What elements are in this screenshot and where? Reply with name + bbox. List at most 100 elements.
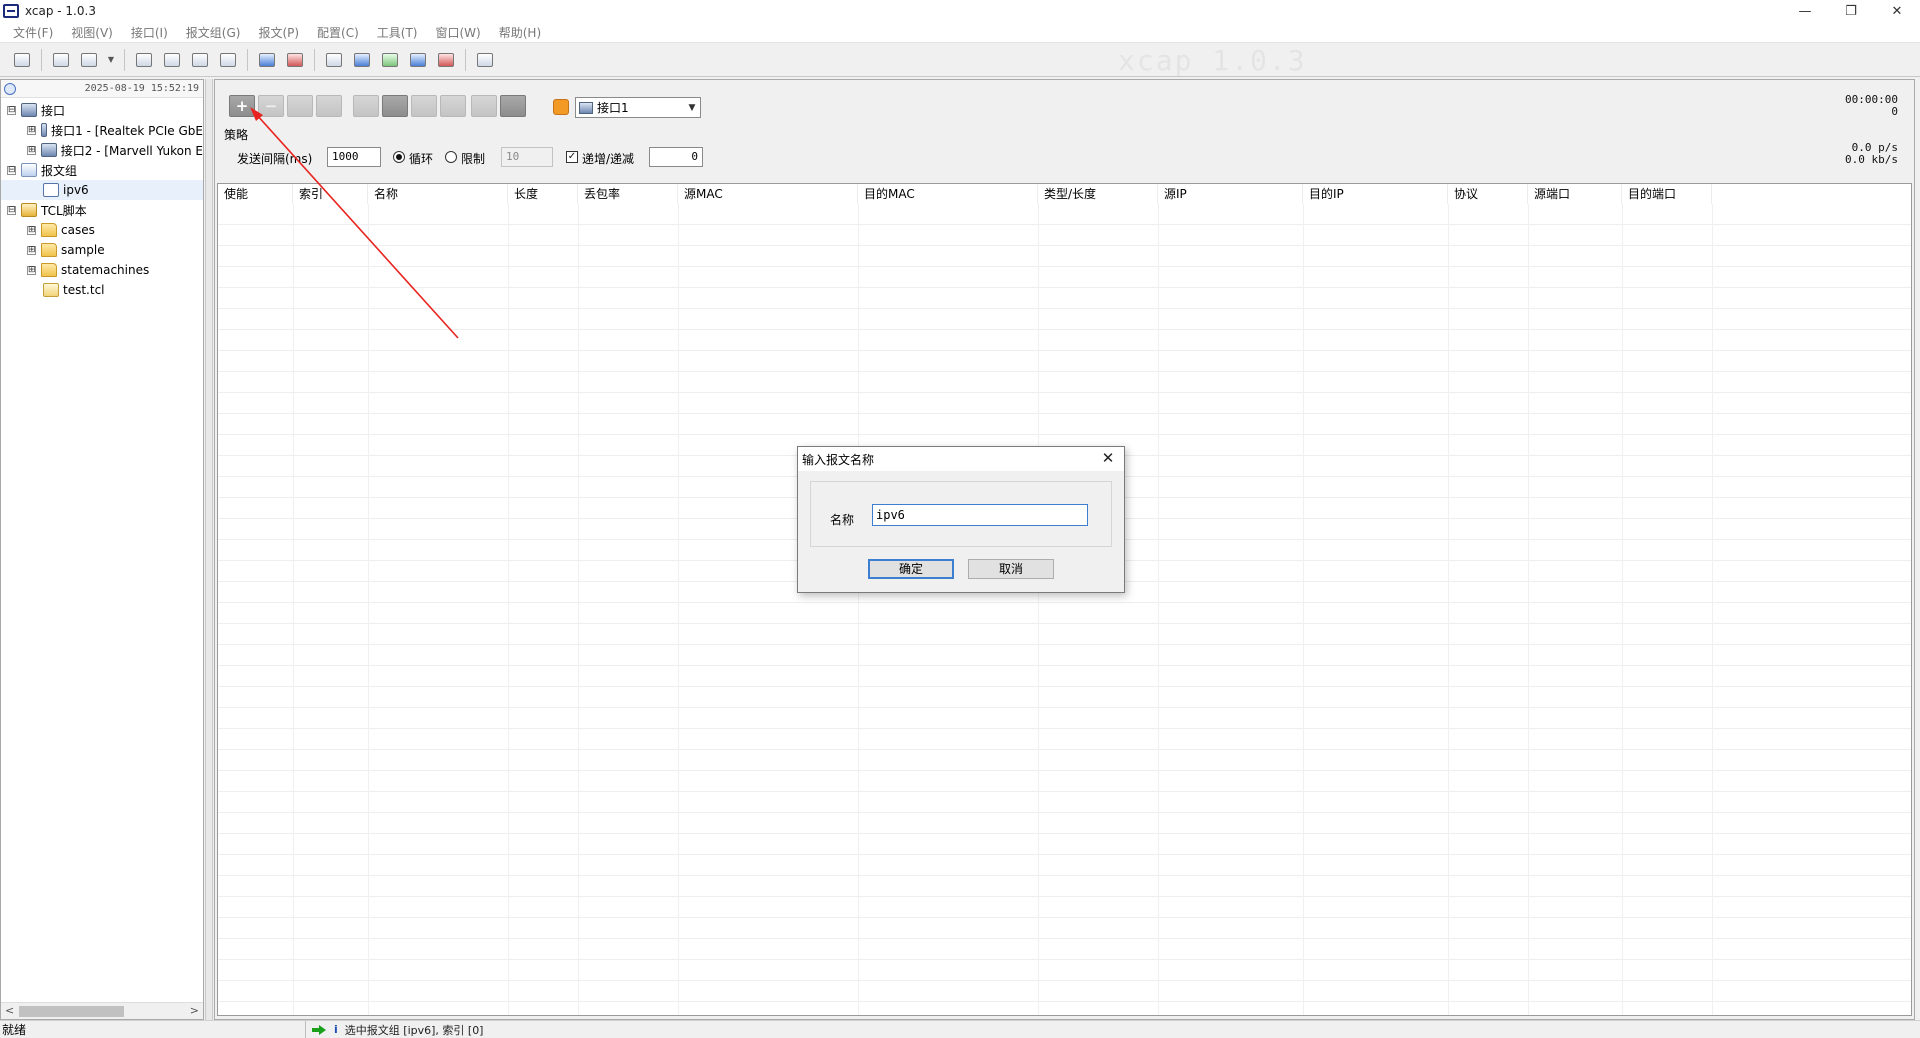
column-header-protocol[interactable]: 协议 bbox=[1448, 184, 1528, 204]
column-header-loss-rate[interactable]: 丢包率 bbox=[578, 184, 678, 204]
tree-node-interfaces[interactable]: ⊟ 接口 bbox=[1, 100, 203, 120]
tree-node-cases[interactable]: ⊞ cases bbox=[1, 220, 203, 240]
strategy-title: 策略 bbox=[224, 128, 249, 142]
collapse-icon[interactable]: ⊟ bbox=[7, 205, 16, 215]
incdec-input[interactable]: 0 bbox=[649, 147, 703, 167]
column-header-src-mac[interactable]: 源MAC bbox=[678, 184, 858, 204]
menu-tools[interactable]: 工具(T) bbox=[368, 24, 427, 41]
limit-input[interactable]: 10 bbox=[501, 147, 553, 167]
book-icon[interactable] bbox=[217, 49, 239, 71]
open-icon[interactable] bbox=[11, 49, 33, 71]
tree-node-statemachines[interactable]: ⊞ statemachines bbox=[1, 260, 203, 280]
cancel-button[interactable]: 取消 bbox=[968, 559, 1054, 579]
collapse-icon[interactable]: ⊟ bbox=[7, 105, 16, 115]
tree-node-label: statemachines bbox=[61, 263, 150, 277]
close-window-button[interactable]: ✕ bbox=[1874, 0, 1920, 22]
refresh-icon[interactable] bbox=[500, 95, 526, 117]
tree-horizontal-scrollbar[interactable]: < > bbox=[1, 1002, 203, 1019]
column-header-type-length[interactable]: 类型/长度 bbox=[1038, 184, 1158, 204]
tree-node-sample[interactable]: ⊞ sample bbox=[1, 240, 203, 260]
column-header-length[interactable]: 长度 bbox=[508, 184, 578, 204]
start-capture-icon[interactable] bbox=[50, 49, 72, 71]
interface-select[interactable]: 接口1 ▼ bbox=[575, 97, 701, 118]
limit-radio[interactable] bbox=[445, 151, 457, 163]
menu-config[interactable]: 配置(C) bbox=[308, 24, 368, 41]
dialog-close-icon[interactable]: ✕ bbox=[1098, 448, 1118, 468]
tree-node-label: ipv6 bbox=[63, 183, 89, 197]
title-bar: xcap - 1.0.3 — ❐ ✕ bbox=[0, 0, 1920, 22]
dialog-title: 输入报文名称 bbox=[802, 452, 875, 467]
interval-input[interactable]: 1000 bbox=[327, 147, 381, 167]
tree-node-interface-2[interactable]: ⊞ 接口2 - [Marvell Yukon E bbox=[1, 140, 203, 160]
menu-window[interactable]: 窗口(W) bbox=[427, 24, 490, 41]
tree-node-tcl-scripts[interactable]: ⊟ TCL脚本 bbox=[1, 200, 203, 220]
move-up-icon[interactable] bbox=[411, 95, 437, 117]
packet-group-icon bbox=[21, 163, 37, 177]
expand-icon[interactable]: ⊞ bbox=[27, 225, 36, 235]
copy-icon[interactable] bbox=[353, 95, 379, 117]
tree-node-label: 报文组 bbox=[41, 163, 78, 178]
ok-button[interactable]: 确定 bbox=[868, 559, 954, 579]
menu-view[interactable]: 视图(V) bbox=[62, 24, 122, 41]
chart-icon[interactable] bbox=[351, 49, 373, 71]
add-group-icon[interactable] bbox=[256, 49, 278, 71]
table-body[interactable] bbox=[218, 204, 1911, 1015]
stop-capture-icon[interactable] bbox=[78, 49, 100, 71]
restore-button[interactable]: ❐ bbox=[1828, 0, 1874, 22]
column-header-index[interactable]: 索引 bbox=[293, 184, 368, 204]
column-header-dst-ip[interactable]: 目的IP bbox=[1303, 184, 1448, 204]
tree-node-interface-1[interactable]: ⊞ 接口1 - [Realtek PCIe GbE bbox=[1, 120, 203, 140]
expand-icon[interactable]: ⊞ bbox=[27, 125, 36, 135]
export-icon[interactable] bbox=[323, 49, 345, 71]
collapse-icon[interactable]: ⊟ bbox=[7, 165, 16, 175]
menu-bar: 文件(F) 视图(V) 接口(I) 报文组(G) 报文(P) 配置(C) 工具(… bbox=[0, 22, 1920, 43]
save-icon[interactable] bbox=[189, 49, 211, 71]
expand-icon[interactable]: ⊞ bbox=[27, 265, 36, 275]
remove-packet-button[interactable]: − bbox=[258, 95, 284, 117]
minimize-button[interactable]: — bbox=[1782, 0, 1828, 22]
tree: ⊟ 接口 ⊞ 接口1 - [Realtek PCIe GbE ⊞ 接口2 - [… bbox=[1, 100, 203, 300]
dropdown-icon[interactable]: ▼ bbox=[106, 49, 116, 71]
menu-file[interactable]: 文件(F) bbox=[4, 24, 62, 41]
edit-packet-icon[interactable] bbox=[287, 95, 313, 117]
scroll-right-icon[interactable]: > bbox=[190, 1004, 199, 1017]
column-header-dst-mac[interactable]: 目的MAC bbox=[858, 184, 1038, 204]
remove-group-icon[interactable] bbox=[284, 49, 306, 71]
packet-name-input[interactable]: ipv6 bbox=[872, 504, 1088, 526]
menu-help[interactable]: 帮助(H) bbox=[490, 24, 550, 41]
move-down-icon[interactable] bbox=[440, 95, 466, 117]
scroll-left-icon[interactable]: < bbox=[5, 1004, 14, 1017]
column-header-dst-port[interactable]: 目的端口 bbox=[1622, 184, 1712, 204]
tree-node-label: TCL脚本 bbox=[41, 203, 87, 218]
paste-icon[interactable] bbox=[382, 95, 408, 117]
rss-icon[interactable] bbox=[553, 99, 569, 115]
expand-icon[interactable]: ⊞ bbox=[27, 145, 36, 155]
share-icon[interactable] bbox=[316, 95, 342, 117]
tree-node-ipv6[interactable]: ipv6 bbox=[1, 180, 203, 200]
expand-icon[interactable]: ⊞ bbox=[27, 245, 36, 255]
settings-icon[interactable] bbox=[471, 95, 497, 117]
add-packet-button[interactable]: + bbox=[229, 95, 255, 117]
column-header-src-port[interactable]: 源端口 bbox=[1528, 184, 1622, 204]
loop-radio[interactable] bbox=[393, 151, 405, 163]
gem-icon[interactable] bbox=[435, 49, 457, 71]
packet-table[interactable]: 使能 索引 名称 长度 丢包率 源MAC 目的MAC 类型/长度 源IP 目的I… bbox=[217, 183, 1912, 1016]
column-header-enable[interactable]: 使能 bbox=[218, 184, 293, 204]
chevron-down-icon[interactable]: ▼ bbox=[684, 103, 700, 113]
send-icon[interactable] bbox=[133, 49, 155, 71]
stop-send-icon[interactable] bbox=[161, 49, 183, 71]
menu-packet-group[interactable]: 报文组(G) bbox=[177, 24, 250, 41]
stats-icon[interactable] bbox=[407, 49, 429, 71]
incdec-checkbox[interactable]: ✓ bbox=[566, 151, 578, 163]
report-icon[interactable] bbox=[379, 49, 401, 71]
panel-splitter[interactable] bbox=[205, 79, 213, 1020]
column-header-src-ip[interactable]: 源IP bbox=[1158, 184, 1303, 204]
tree-node-packet-groups[interactable]: ⊟ 报文组 bbox=[1, 160, 203, 180]
scrollbar-thumb[interactable] bbox=[19, 1006, 124, 1017]
kilobytes-per-second: 0.0 kb/s bbox=[1845, 153, 1898, 166]
menu-packet[interactable]: 报文(P) bbox=[249, 24, 308, 41]
column-header-name[interactable]: 名称 bbox=[368, 184, 508, 204]
chat-icon[interactable] bbox=[474, 49, 496, 71]
tree-node-test-tcl[interactable]: test.tcl bbox=[1, 280, 203, 300]
menu-interface[interactable]: 接口(I) bbox=[122, 24, 177, 41]
